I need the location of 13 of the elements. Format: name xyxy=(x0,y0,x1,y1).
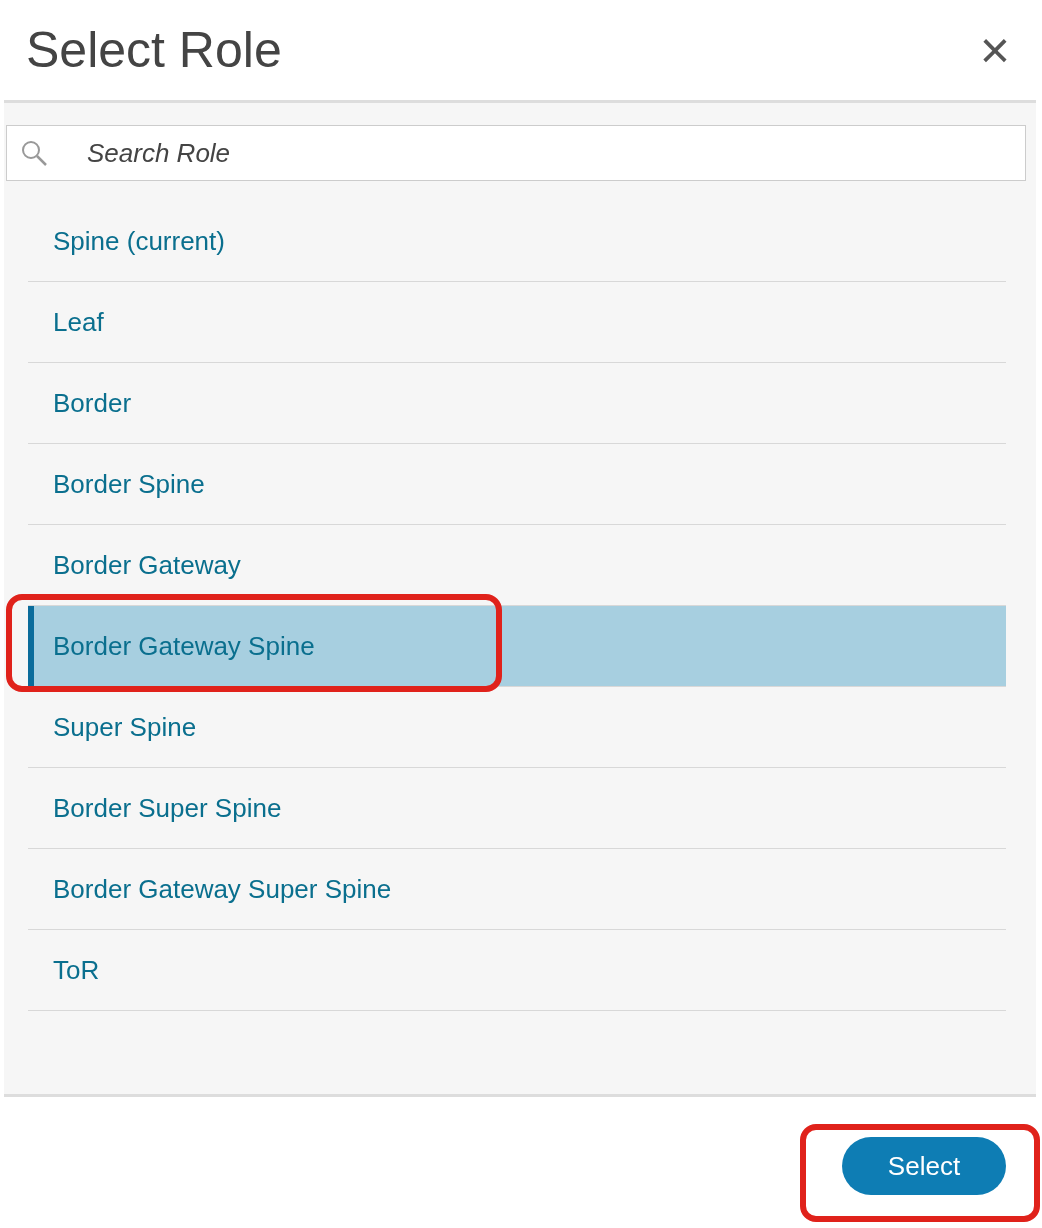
role-item[interactable]: Super Spine xyxy=(28,687,1006,768)
role-item[interactable]: Border Gateway Spine xyxy=(28,606,1006,687)
role-item[interactable]: Border Spine xyxy=(28,444,1006,525)
select-button[interactable]: Select xyxy=(842,1137,1006,1195)
dialog-title: Select Role xyxy=(26,21,282,79)
role-item[interactable]: Border Gateway Super Spine xyxy=(28,849,1006,930)
role-item[interactable]: Border xyxy=(28,363,1006,444)
close-button[interactable]: × xyxy=(979,24,1010,76)
role-item[interactable]: ToR xyxy=(28,930,1006,1011)
role-item[interactable]: Border Super Spine xyxy=(28,768,1006,849)
search-field[interactable]: Search Role xyxy=(6,125,1026,181)
role-item[interactable]: Leaf xyxy=(28,282,1006,363)
role-item[interactable]: Spine (current) xyxy=(28,201,1006,282)
